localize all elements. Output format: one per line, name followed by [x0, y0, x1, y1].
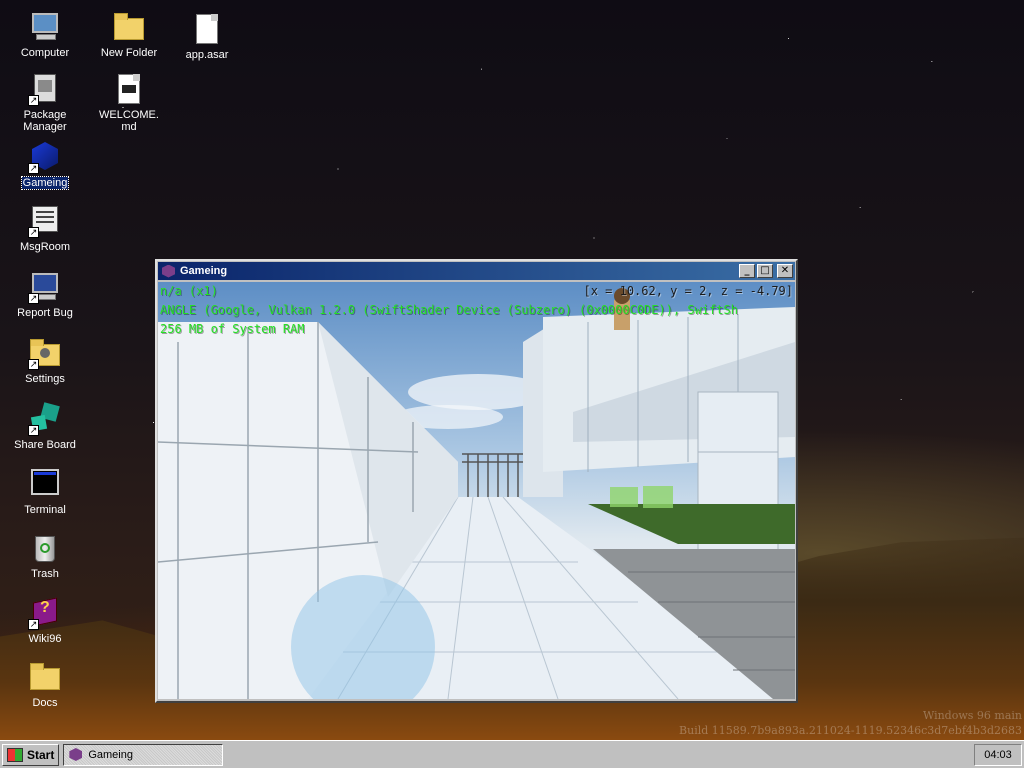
icon-label: Wiki96 [28, 633, 62, 645]
icon-label: Computer [20, 47, 70, 59]
cube-icon [162, 264, 175, 278]
icon-label: Docs [32, 697, 58, 709]
msgroom-icon: ↗ [28, 204, 62, 238]
desktop-icon-wiki96[interactable]: ? ↗ Wiki96 [10, 596, 80, 645]
desktop-icon-settings[interactable]: ↗ Settings [10, 336, 80, 385]
gpu-info: ANGLE (Google, Vulkan 1.2.0 (SwiftShader… [160, 303, 738, 317]
desktop-icon-msgroom[interactable]: ↗ MsgRoom [10, 204, 80, 253]
start-label: Start [27, 747, 55, 762]
icon-label: MsgRoom [19, 241, 71, 253]
computer-icon [28, 10, 62, 44]
icon-label: New Folder [100, 47, 158, 59]
folder-icon [28, 660, 62, 694]
terminal-icon [28, 467, 62, 501]
icon-label: Trash [31, 568, 59, 580]
window-title: Gameing [180, 265, 228, 277]
icon-label: Share Board [14, 439, 76, 451]
file-icon [190, 12, 224, 46]
desktop-icon-trash[interactable]: Trash [10, 531, 80, 580]
game-viewport[interactable]: n/a (x1) ANGLE (Google, Vulkan 1.2.0 (Sw… [158, 282, 795, 699]
coordinates-readout: [x = 10.62, y = 2, z = -4.79] [583, 284, 793, 298]
gameing-window: Gameing _ □ ✕ n/a (x1) ANGLE (Google, Vu… [155, 259, 798, 703]
desktop-icon-share-board[interactable]: ↗ Share Board [10, 402, 80, 451]
desktop-icon-new-folder[interactable]: New Folder [94, 10, 164, 59]
taskbar: Start Gameing 04:03 [0, 740, 1024, 768]
desktop-icon-computer[interactable]: Computer [10, 10, 80, 59]
desktop-icon-report-bug[interactable]: ↗ Report Bug [10, 270, 80, 319]
icon-label: Gameing [20, 176, 70, 190]
ram-info: 256 MB of System RAM [160, 322, 305, 336]
help-book-icon: ? ↗ [28, 596, 62, 630]
game-scene [158, 288, 795, 699]
settings-folder-icon: ↗ [28, 336, 62, 370]
icon-label: app.asar [185, 49, 229, 61]
cube-icon [69, 748, 83, 761]
folder-icon [112, 10, 146, 44]
markdown-file-icon [112, 72, 146, 106]
taskbar-item-label: Gameing [88, 748, 133, 761]
desktop-icon-package-manager[interactable]: ↗ Package Manager [10, 72, 80, 133]
taskbar-item-gameing[interactable]: Gameing [63, 743, 224, 766]
build-watermark-line2: Build 11589.7b9a893a.211024-1119.52346c3… [679, 724, 1022, 737]
icon-label: WELCOME.md [99, 109, 159, 133]
desktop-icon-gameing[interactable]: ↗ Gameing [10, 140, 80, 190]
clock: 04:03 [984, 748, 1012, 761]
icon-label: Terminal [24, 504, 66, 516]
close-button[interactable]: ✕ [777, 264, 793, 278]
windows-logo-icon [7, 747, 23, 762]
cube-icon: ↗ [28, 140, 62, 174]
icon-label: Report Bug [17, 307, 73, 319]
share-board-icon: ↗ [28, 402, 62, 436]
package-manager-icon: ↗ [28, 72, 62, 106]
icon-label: Settings [25, 373, 65, 385]
minimize-button[interactable]: _ [739, 264, 755, 278]
desktop-icon-docs[interactable]: Docs [10, 660, 80, 709]
fps-readout: n/a (x1) [160, 284, 218, 298]
start-button[interactable]: Start [2, 743, 60, 766]
icon-label: Package Manager [23, 109, 67, 133]
desktop-icon-welcome-md[interactable]: WELCOME.md [94, 72, 164, 133]
desktop-icon-app-asar[interactable]: app.asar [172, 12, 242, 61]
desktop-icon-terminal[interactable]: Terminal [10, 467, 80, 516]
build-watermark-line1: Windows 96 main [922, 709, 1022, 722]
report-bug-icon: ↗ [28, 270, 62, 304]
trash-icon [28, 531, 62, 565]
maximize-button[interactable]: □ [757, 264, 773, 278]
window-titlebar[interactable]: Gameing _ □ ✕ [158, 262, 795, 280]
system-tray-clock[interactable]: 04:03 [974, 743, 1022, 766]
